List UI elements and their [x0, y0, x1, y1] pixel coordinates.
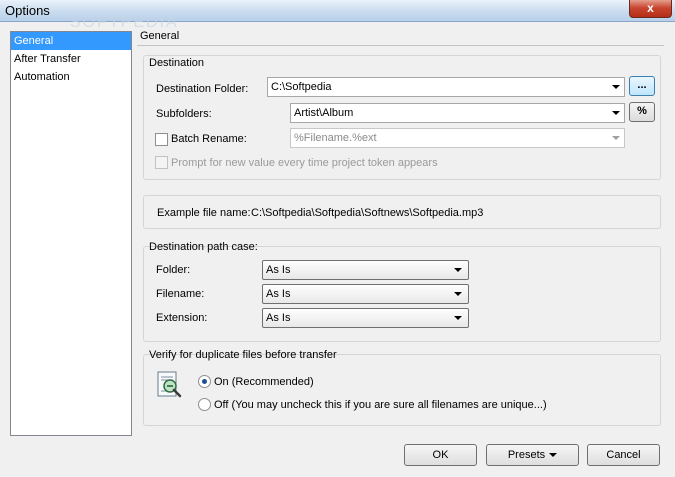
divider: [137, 45, 664, 46]
chevron-down-icon: [454, 268, 462, 272]
path-case-group-title: Destination path case:: [149, 241, 258, 253]
presets-button[interactable]: Presets: [486, 444, 579, 466]
folder-case-label: Folder:: [156, 264, 191, 276]
filename-case-value: As Is: [266, 288, 291, 300]
insert-token-button[interactable]: %: [629, 102, 655, 122]
batch-rename-checkbox[interactable]: [155, 133, 168, 146]
verify-duplicates-icon: [157, 371, 182, 398]
chevron-down-icon: [612, 85, 620, 89]
chevron-down-icon: [612, 111, 620, 115]
extension-case-value: As Is: [266, 312, 291, 324]
subfolders-combo[interactable]: Artist\Album: [290, 103, 625, 123]
window-title: Options: [5, 3, 50, 18]
verify-off-radio[interactable]: [198, 398, 211, 411]
subfolders-label: Subfolders:: [156, 108, 212, 120]
chevron-down-icon: [612, 136, 620, 140]
filename-case-select[interactable]: As Is: [262, 284, 469, 304]
verify-group: [143, 354, 661, 426]
destination-folder-value: C:\Softpedia: [271, 81, 332, 93]
destination-group-title: Destination: [149, 57, 205, 69]
close-icon: x: [647, 1, 654, 15]
verify-on-radio[interactable]: [198, 375, 211, 388]
cancel-button-label: Cancel: [606, 449, 641, 461]
batch-rename-label: Batch Rename:: [171, 133, 247, 145]
browse-button[interactable]: ...: [629, 76, 655, 96]
verify-on-label: On (Recommended): [214, 376, 314, 388]
chevron-down-icon: [454, 292, 462, 296]
ok-button[interactable]: OK: [404, 444, 477, 466]
batch-rename-combo[interactable]: %Filename.%ext: [290, 128, 625, 148]
sidebar-item-after-transfer[interactable]: After Transfer: [11, 50, 131, 68]
sidebar-item-automation[interactable]: Automation: [11, 68, 131, 86]
extension-case-label: Extension:: [156, 312, 208, 324]
destination-folder-label: Destination Folder:: [156, 83, 249, 95]
close-button[interactable]: x: [629, 0, 672, 18]
example-file-label: Example file name:: [157, 207, 251, 219]
destination-folder-combo[interactable]: C:\Softpedia: [267, 77, 625, 97]
sidebar: General After Transfer Automation: [10, 31, 132, 436]
prompt-token-label: Prompt for new value every time project …: [171, 157, 438, 169]
batch-rename-value: %Filename.%ext: [294, 132, 377, 144]
ok-button-label: OK: [432, 449, 449, 461]
filename-case-label: Filename:: [156, 288, 205, 300]
page-title: General: [140, 30, 180, 42]
presets-button-label: Presets: [507, 449, 546, 461]
verify-group-title: Verify for duplicate files before transf…: [149, 349, 337, 361]
folder-case-value: As Is: [266, 264, 291, 276]
folder-case-select[interactable]: As Is: [262, 260, 469, 280]
verify-off-label: Off (You may uncheck this if you are sur…: [214, 399, 547, 411]
chevron-down-icon: [549, 453, 558, 458]
prompt-token-checkbox[interactable]: [155, 156, 168, 169]
example-file-value: C:\Softpedia\Softpedia\Softnews\Softpedi…: [251, 207, 484, 219]
extension-case-select[interactable]: As Is: [262, 308, 469, 328]
chevron-down-icon: [454, 316, 462, 320]
sidebar-item-general[interactable]: General: [11, 32, 131, 50]
cancel-button[interactable]: Cancel: [587, 444, 660, 466]
subfolders-value: Artist\Album: [294, 107, 354, 119]
